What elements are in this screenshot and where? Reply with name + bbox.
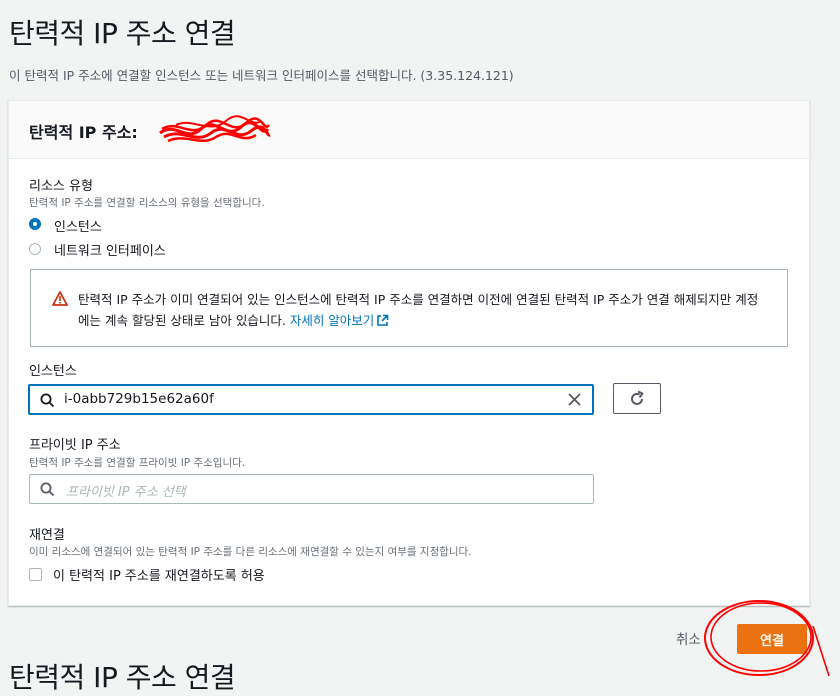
reassociate-checkbox-label[interactable]: 이 탄력적 IP 주소를 재연결하도록 허용 <box>53 565 265 584</box>
page-description: 이 탄력적 IP 주소에 연결할 인스턴스 또는 네트워크 인터페이스를 선택합… <box>9 68 514 83</box>
page-title: 탄력적 IP 주소 연결 <box>9 17 236 50</box>
learn-more-link[interactable]: 자세히 알아보기 <box>290 313 389 328</box>
external-link-icon <box>377 314 389 326</box>
card-header: 탄력적 IP 주소: <box>9 101 809 159</box>
learn-more-label: 자세히 알아보기 <box>289 313 375 328</box>
instance-search-input[interactable]: i-0abb729b15e62a60f <box>28 384 594 415</box>
private-ip-description: 탄력적 IP 주소를 연결할 프라이빗 IP 주소입니다. <box>29 457 246 469</box>
card-title: 탄력적 IP 주소: <box>29 123 138 142</box>
radio-network-interface-label[interactable]: 네트워크 인터페이스 <box>54 240 166 259</box>
annotation-circle <box>704 600 830 677</box>
instance-label: 인스턴스 <box>29 364 77 379</box>
instance-input-value: i-0abb729b15e62a60f <box>64 391 214 407</box>
warning-alert: 탄력적 IP 주소가 이미 연결되어 있는 인스턴스에 탄력적 IP 주소를 연… <box>30 269 788 347</box>
redaction-scribble <box>159 115 271 143</box>
alert-message: 탄력적 IP 주소가 이미 연결되어 있는 인스턴스에 탄력적 IP 주소를 연… <box>78 292 759 328</box>
radio-network-interface[interactable] <box>29 243 41 255</box>
elastic-ip-card: 탄력적 IP 주소: 리소스 유형 탄력적 IP 주소를 연결할 리소스의 유형… <box>8 100 810 606</box>
resource-type-description: 탄력적 IP 주소를 연결할 리소스의 유형을 선택합니다. <box>29 197 265 209</box>
refresh-button[interactable] <box>613 383 661 414</box>
private-ip-search-input[interactable]: 프라이빗 IP 주소 선택 <box>29 474 594 504</box>
radio-instance[interactable] <box>29 218 41 230</box>
reassociate-description: 이미 리소스에 연결되어 있는 탄력적 IP 주소를 다른 리소스에 재연결할 … <box>29 546 472 558</box>
search-icon <box>40 482 55 497</box>
reassociate-checkbox[interactable] <box>29 568 42 581</box>
resource-type-label: 리소스 유형 <box>29 179 93 194</box>
private-ip-placeholder: 프라이빗 IP 주소 선택 <box>66 485 186 500</box>
reassociate-label: 재연결 <box>29 528 65 543</box>
search-icon <box>40 393 55 408</box>
footer-title: 탄력적 IP 주소 연결 <box>9 661 236 694</box>
radio-instance-label[interactable]: 인스턴스 <box>54 216 102 235</box>
warning-icon <box>52 291 68 306</box>
private-ip-label: 프라이빗 IP 주소 <box>29 438 121 453</box>
clear-icon[interactable] <box>567 392 582 407</box>
refresh-icon <box>631 390 644 405</box>
alert-text: 탄력적 IP 주소가 이미 연결되어 있는 인스턴스에 탄력적 IP 주소를 연… <box>78 289 768 331</box>
